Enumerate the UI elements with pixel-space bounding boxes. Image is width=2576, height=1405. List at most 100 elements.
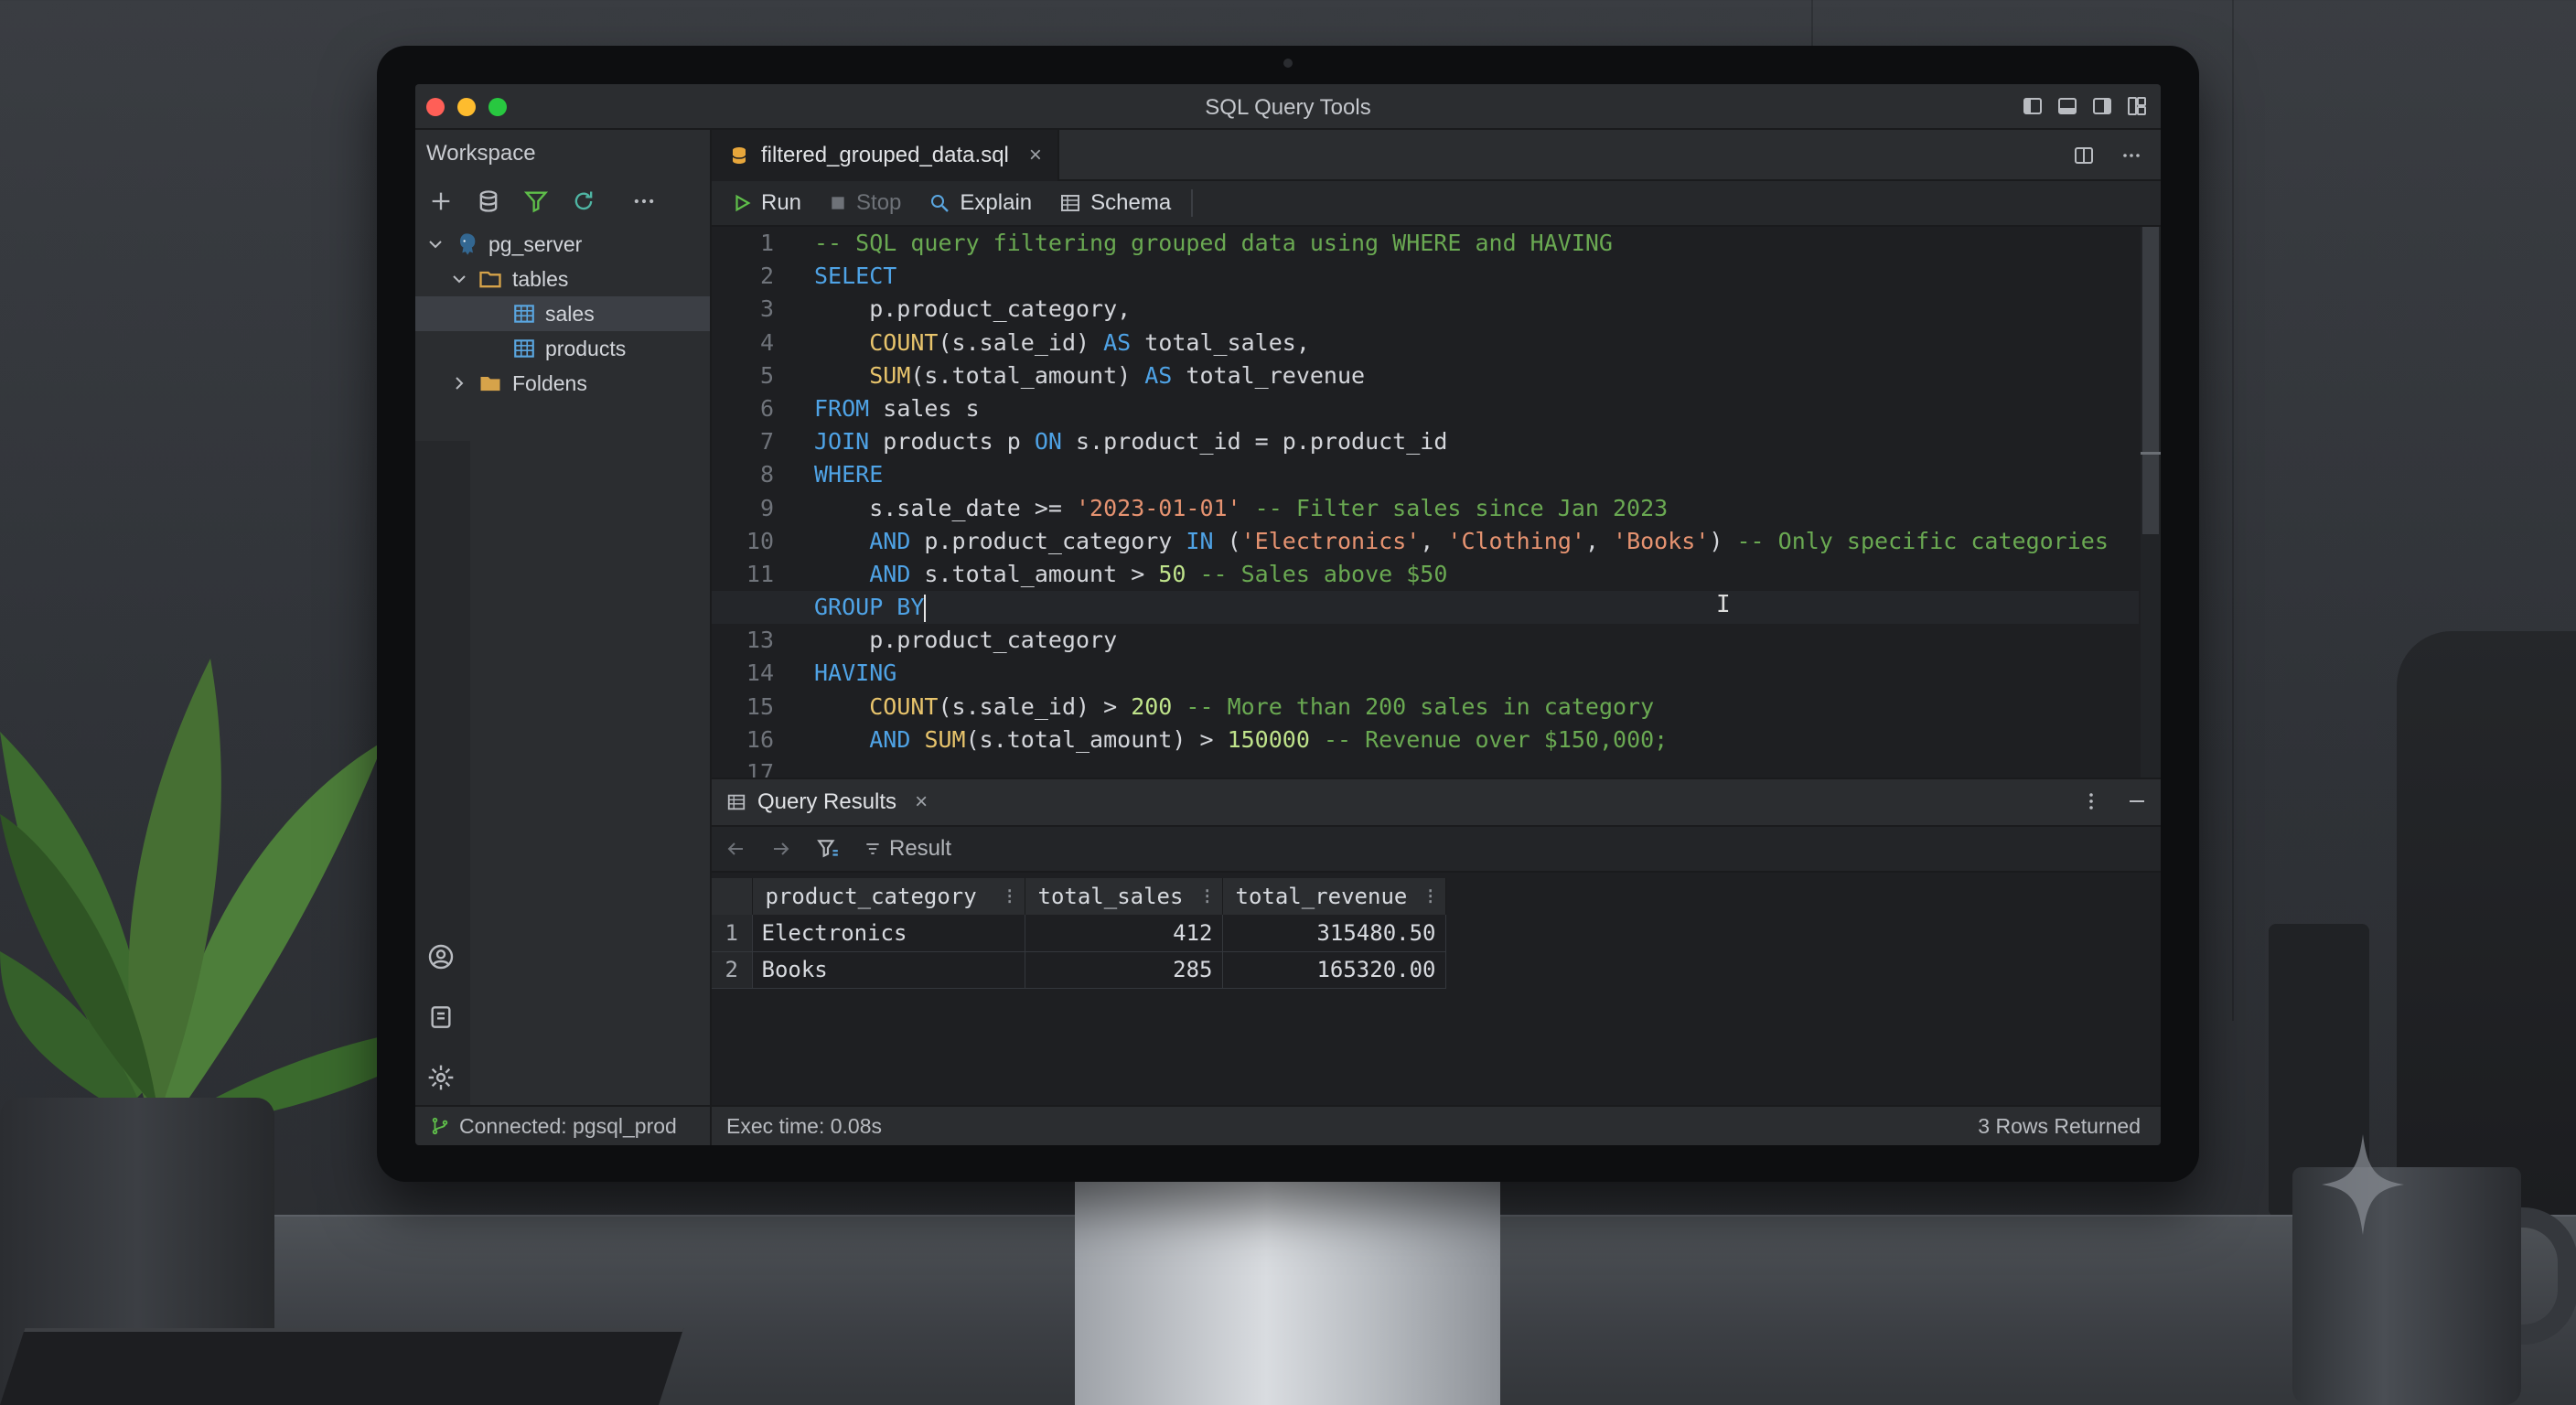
sql-string: 'Clothing' <box>1447 527 1585 554</box>
sql-keyword: HAVING <box>814 660 897 687</box>
column-header[interactable]: total_revenue ⁝ <box>1222 878 1446 915</box>
sql-string: '2023-01-01' <box>1075 494 1241 521</box>
sql-keyword: SELECT <box>814 263 897 290</box>
sql-function: COUNT <box>869 692 939 720</box>
column-sort-icon[interactable]: ⁝ <box>1006 884 1014 909</box>
code-line: FROM sales s <box>814 392 2139 425</box>
more-icon[interactable] <box>631 188 657 214</box>
table-cell[interactable]: Books <box>752 951 1025 989</box>
status-bar: Connected: pgsql_prod Exec time: 0.08s 3… <box>415 1105 2161 1145</box>
tree-item-sales[interactable]: sales <box>415 296 710 331</box>
code-line: SUM(s.total_amount) AS total_revenue <box>814 359 2139 392</box>
results-title[interactable]: Query Results <box>757 789 896 815</box>
stop-icon <box>832 197 844 209</box>
sql-keyword: AND <box>869 560 911 587</box>
refresh-icon[interactable] <box>571 188 596 214</box>
split-icon[interactable] <box>2073 145 2095 166</box>
filter-icon[interactable] <box>523 188 549 214</box>
sql-text: (s.sale_id) > <box>938 692 1132 720</box>
column-sort-icon[interactable]: ⁝ <box>1427 884 1434 909</box>
minimize-icon[interactable] <box>2126 790 2148 812</box>
close-tab-icon[interactable]: × <box>1029 143 1042 168</box>
layout-icon[interactable] <box>2126 95 2148 117</box>
arrow-right-icon[interactable] <box>770 838 792 860</box>
toggle-right-panel-icon[interactable] <box>2091 95 2113 117</box>
sql-comment: -- More than 200 sales in category <box>1172 692 1655 720</box>
column-header[interactable]: product_category ⁝ <box>752 878 1025 915</box>
tree-item-label: tables <box>512 266 569 291</box>
rows-returned: 3 Rows Returned <box>1978 1113 2141 1138</box>
mouse-ibeam-cursor: I <box>1716 591 1731 618</box>
folder-icon <box>480 377 500 391</box>
table-row[interactable]: 2 Books 285 165320.00 <box>712 951 1446 989</box>
code-line: JOIN products p ON s.product_id = p.prod… <box>814 425 2139 458</box>
table-cell[interactable]: 315480.50 <box>1222 915 1446 952</box>
gear-icon[interactable] <box>426 1063 456 1092</box>
column-header-label: total_revenue <box>1235 884 1408 909</box>
sql-keyword: AS <box>1103 328 1132 356</box>
sql-string: 'Electronics' <box>1240 527 1421 554</box>
result-tab[interactable]: Result <box>864 836 951 862</box>
stop-button[interactable]: Stop <box>829 190 901 216</box>
sql-text: s.product_id = p.product_id <box>1061 428 1448 456</box>
code-line: s.sale_date >= '2023-01-01' -- Filter sa… <box>814 492 2139 525</box>
exec-time: Exec time: 0.08s <box>726 1113 883 1138</box>
sql-keyword: IN <box>1186 527 1214 554</box>
more-vertical-icon[interactable] <box>2080 790 2102 812</box>
results-toolbar: Result <box>712 827 2161 873</box>
chevron-right-icon[interactable] <box>448 372 470 394</box>
history-icon[interactable] <box>426 1003 456 1032</box>
sql-keyword: ON <box>1034 428 1062 456</box>
column-header[interactable]: total_sales ⁝ <box>1025 878 1223 915</box>
layout-controls <box>2022 95 2148 117</box>
plus-icon[interactable] <box>428 188 454 214</box>
connection-status[interactable]: Connected: pgsql_prod <box>415 1107 712 1145</box>
column-sort-icon[interactable]: ⁝ <box>1204 884 1211 909</box>
sql-number: 150000 <box>1227 725 1310 753</box>
schema-button[interactable]: Schema <box>1059 190 1171 216</box>
run-button[interactable]: Run <box>732 190 801 216</box>
editor-scrollbar-thumb[interactable] <box>2142 227 2159 534</box>
line-number: 15 <box>746 692 774 720</box>
close-results-icon[interactable]: × <box>915 789 928 815</box>
table-cell[interactable]: 412 <box>1025 915 1223 952</box>
line-number: 11 <box>746 560 774 587</box>
table-cell[interactable]: 285 <box>1025 951 1223 989</box>
table-row[interactable]: 1 Electronics 412 315480.50 <box>712 915 1446 952</box>
user-icon[interactable] <box>426 942 456 971</box>
chevron-down-icon[interactable] <box>448 268 470 290</box>
arrow-left-icon[interactable] <box>724 838 746 860</box>
code-line: COUNT(s.sale_id) > 200 -- More than 200 … <box>814 691 2139 724</box>
tree-item-products[interactable]: products <box>415 331 710 366</box>
code-line: COUNT(s.sale_id) AS total_sales, <box>814 327 2139 359</box>
table-icon <box>514 339 534 358</box>
table-cell[interactable]: 165320.00 <box>1222 951 1446 989</box>
code-line: AND SUM(s.total_amount) > 150000 -- Reve… <box>814 724 2139 756</box>
sql-editor[interactable]: 1 2 3 4 5 6 7 8 9 10 11 12 13 14 15 16 1… <box>712 227 2161 778</box>
row-number-header <box>712 878 753 915</box>
tree-item-pg-server[interactable]: pg_server <box>415 227 710 262</box>
line-number: 2 <box>759 263 774 290</box>
code-line: HAVING <box>814 657 2139 690</box>
tree-item-foldens[interactable]: Foldens <box>415 366 710 401</box>
chevron-down-icon[interactable] <box>424 233 446 255</box>
line-number: 17 <box>746 759 774 778</box>
explain-button[interactable]: Explain <box>928 190 1032 216</box>
table-cell[interactable]: Electronics <box>752 915 1025 952</box>
editor-tab-active[interactable]: filtered_grouped_data.sql × <box>712 130 1059 181</box>
query-toolbar: Run Stop Explain Schema <box>712 181 2161 227</box>
filter-table-icon[interactable] <box>816 837 840 861</box>
editor-scrollbar[interactable] <box>2141 227 2161 778</box>
tab-label: filtered_grouped_data.sql <box>761 143 1009 167</box>
postgres-icon <box>460 233 476 255</box>
object-tree: pg_server tables sales products Foldens <box>415 227 710 401</box>
toggle-bottom-panel-icon[interactable] <box>2056 95 2078 117</box>
text-caret <box>924 595 927 623</box>
query-results-panel: Query Results × Result product_category ⁝… <box>712 778 2161 1105</box>
tree-item-tables[interactable]: tables <box>415 262 710 296</box>
toggle-left-panel-icon[interactable] <box>2022 95 2044 117</box>
sql-keyword: AND <box>869 527 911 554</box>
line-number: 3 <box>759 295 774 323</box>
database-icon[interactable] <box>476 188 501 214</box>
more-icon[interactable] <box>2120 145 2142 166</box>
